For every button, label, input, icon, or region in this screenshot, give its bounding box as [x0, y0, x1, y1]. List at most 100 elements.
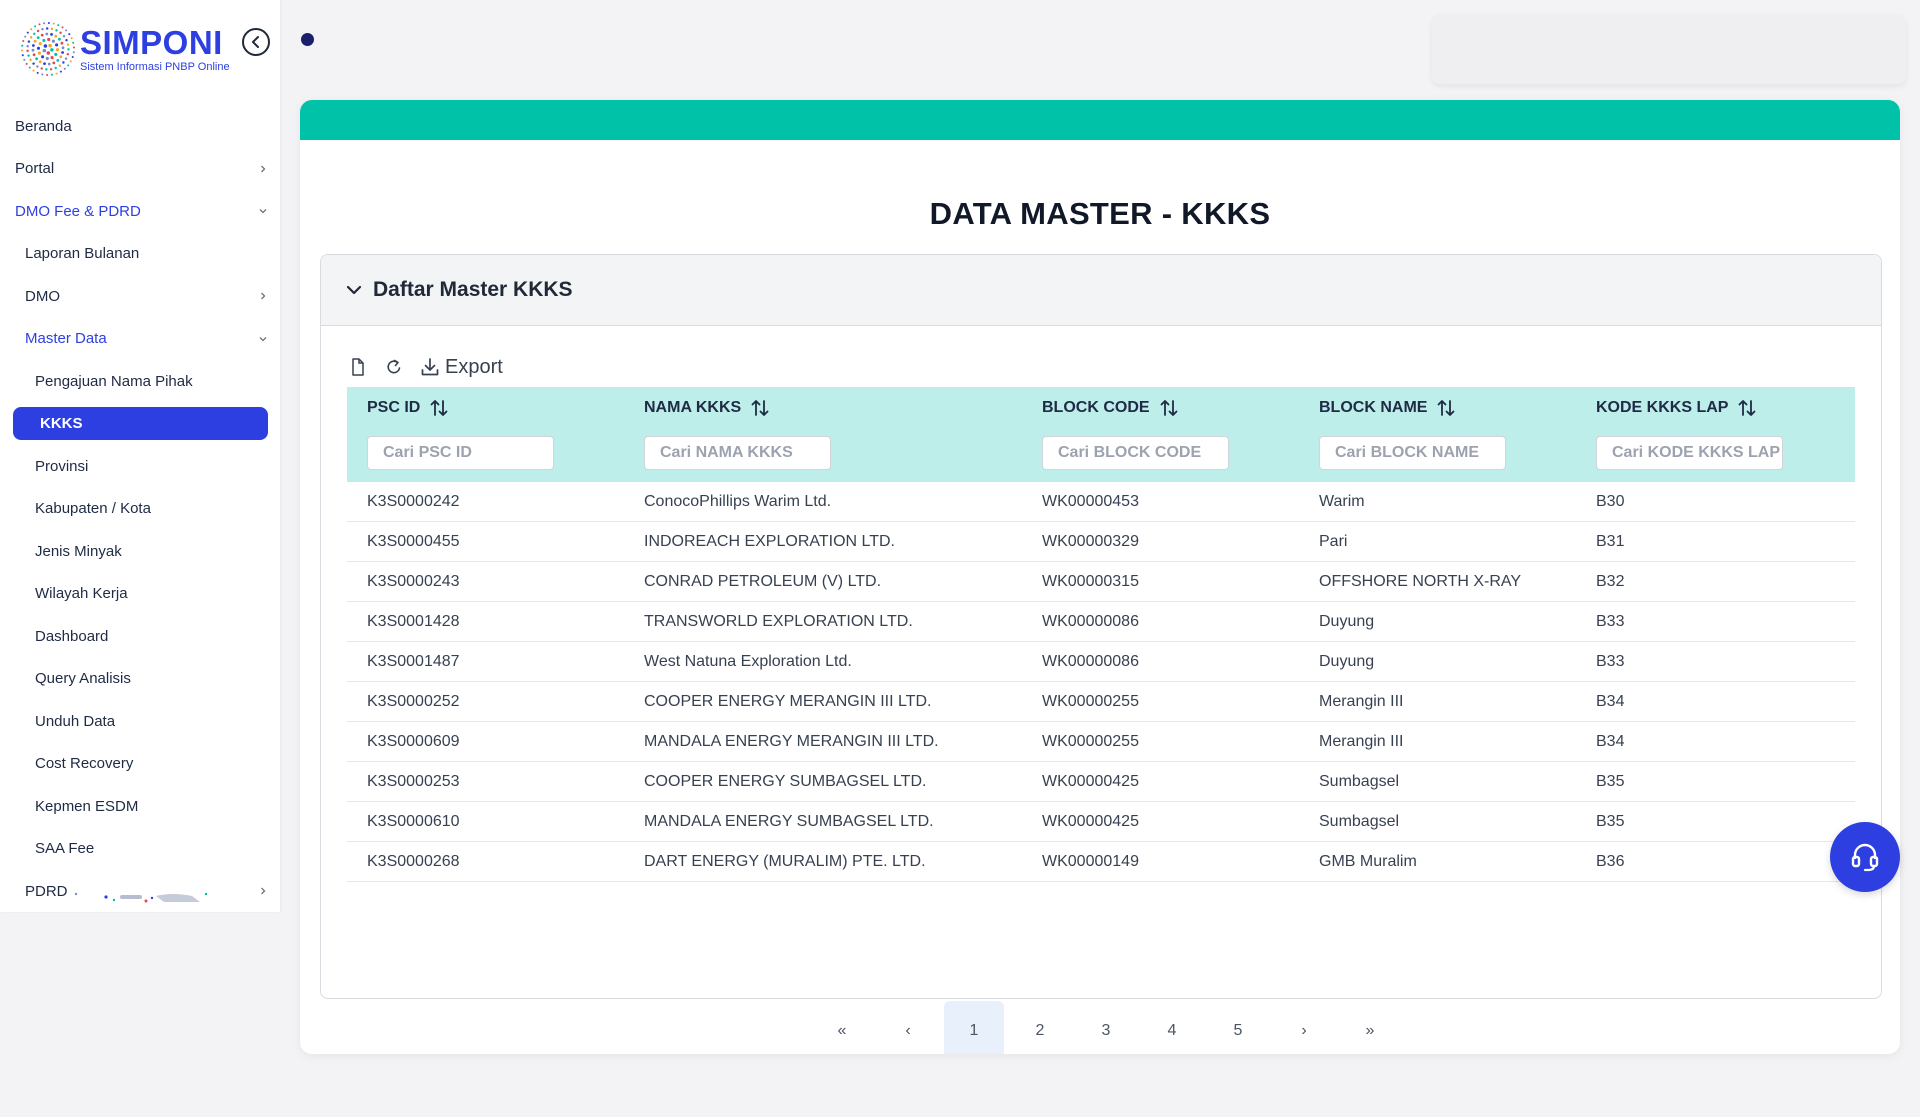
- logo-title: SIMPONI: [80, 23, 223, 61]
- sort-block-code[interactable]: BLOCK CODE: [1042, 397, 1180, 419]
- cell-psc-id: K3S0000455: [367, 532, 460, 550]
- sidebar-item-unduh-data[interactable]: Unduh Data: [0, 700, 280, 743]
- filter-block-code-input[interactable]: [1042, 436, 1229, 470]
- cell-nama-kkks: COOPER ENERGY SUMBAGSEL LTD.: [644, 772, 927, 790]
- sort-icon: [1438, 400, 1455, 416]
- filter-nama-kkks-input[interactable]: [644, 436, 831, 470]
- sidebar-item-provinsi[interactable]: Provinsi: [0, 445, 280, 488]
- table-row[interactable]: K3S0000610 MANDALA ENERGY SUMBAGSEL LTD.…: [347, 802, 1855, 842]
- help-support-button[interactable]: [1830, 822, 1900, 892]
- download-icon: [421, 358, 439, 376]
- sidebar-item-cost-recovery[interactable]: Cost Recovery: [0, 743, 280, 786]
- kkks-panel: Daftar Master KKKS Export PSC ID NAM: [320, 254, 1882, 1054]
- table-row[interactable]: K3S0001428 TRANSWORLD EXPLORATION LTD. W…: [347, 602, 1855, 642]
- cell-block-code: WK00000255: [1042, 732, 1139, 750]
- chevron-down-icon: [259, 336, 267, 342]
- sidebar-item-label: Cost Recovery: [35, 755, 134, 773]
- sidebar-item-saa-fee[interactable]: SAA Fee: [0, 828, 280, 871]
- sidebar-item-label: Dashboard: [35, 627, 109, 645]
- sidebar-item-label: Unduh Data: [35, 712, 116, 730]
- sidebar-item-label: Laporan Bulanan: [25, 245, 140, 263]
- sidebar-item-dashboard[interactable]: Dashboard: [0, 615, 280, 658]
- sidebar-item-master-data[interactable]: Master Data: [0, 318, 280, 361]
- sort-psc-id[interactable]: PSC ID: [367, 397, 450, 419]
- prev-page-button[interactable]: ‹: [878, 1001, 938, 1054]
- sidebar-item-label: Kepmen ESDM: [35, 797, 139, 815]
- page-button-5[interactable]: 5: [1208, 1001, 1268, 1054]
- page-button-4[interactable]: 4: [1142, 1001, 1202, 1054]
- cell-block-name: GMB Muralim: [1319, 852, 1417, 870]
- table-row[interactable]: K3S0000609 MANDALA ENERGY MERANGIN III L…: [347, 722, 1855, 762]
- cell-psc-id: K3S0001487: [367, 652, 460, 670]
- sidebar-item-kabupaten-kota[interactable]: Kabupaten / Kota: [0, 488, 280, 531]
- collapse-sidebar-button[interactable]: [242, 28, 270, 56]
- page-button-1[interactable]: 1: [944, 1001, 1004, 1054]
- sidebar-item-jenis-minyak[interactable]: Jenis Minyak: [0, 530, 280, 573]
- sidebar-item-kepmen-esdm[interactable]: Kepmen ESDM: [0, 785, 280, 828]
- card-header-band: [300, 100, 1900, 140]
- cell-block-code: WK00000425: [1042, 772, 1139, 790]
- cell-psc-id: K3S0000268: [367, 852, 460, 870]
- sidebar-item-pengajuan-nama-pihak[interactable]: Pengajuan Nama Pihak: [0, 360, 280, 403]
- sort-nama-kkks[interactable]: NAMA KKKS: [644, 397, 771, 419]
- table-row[interactable]: K3S0000243 CONRAD PETROLEUM (V) LTD. WK0…: [347, 562, 1855, 602]
- sort-block-name[interactable]: BLOCK NAME: [1319, 397, 1457, 419]
- table-row[interactable]: K3S0000242 ConocoPhillips Warim Ltd. WK0…: [347, 482, 1855, 522]
- sidebar-item-label: PDRD: [25, 882, 68, 900]
- cell-kode-kkks-lap: B35: [1596, 812, 1625, 830]
- filter-block-name-input[interactable]: [1319, 436, 1506, 470]
- sort-icon: [430, 400, 448, 416]
- kkks-table: PSC ID NAMA KKKS BLOCK CODE BLOCK NAME K…: [347, 387, 1855, 882]
- page-button-3[interactable]: 3: [1076, 1001, 1136, 1054]
- sidebar-item-wilayah-kerja[interactable]: Wilayah Kerja: [0, 573, 280, 616]
- filter-kode-kkks-lap-input[interactable]: [1596, 436, 1783, 470]
- sidebar-item-laporan-bulanan[interactable]: Laporan Bulanan: [0, 233, 280, 276]
- last-page-button[interactable]: »: [1340, 1001, 1400, 1054]
- main-card: DATA MASTER - KKKS Daftar Master KKKS Ex…: [300, 100, 1900, 1054]
- cell-psc-id: K3S0000242: [367, 492, 460, 510]
- sidebar-item-label: Jenis Minyak: [35, 542, 122, 560]
- next-page-button[interactable]: ›: [1274, 1001, 1334, 1054]
- decorative-illustration-icon: [74, 892, 208, 903]
- user-menu-area[interactable]: [1432, 14, 1906, 84]
- column-label: BLOCK NAME: [1319, 399, 1428, 416]
- sidebar-item-beranda[interactable]: Beranda: [0, 105, 280, 148]
- sort-kode-kkks-lap[interactable]: KODE KKKS LAP: [1596, 397, 1758, 419]
- column-label: NAMA KKKS: [644, 399, 742, 416]
- sidebar-item-dmo-fee-pdrd[interactable]: DMO Fee & PDRD: [0, 190, 280, 233]
- sidebar-item-query-analisis[interactable]: Query Analisis: [0, 658, 280, 701]
- table-row[interactable]: K3S0000455 INDOREACH EXPLORATION LTD. WK…: [347, 522, 1855, 562]
- file-icon[interactable]: [347, 356, 369, 378]
- chevron-left-icon: [252, 36, 259, 48]
- table-row[interactable]: K3S0000252 COOPER ENERGY MERANGIN III LT…: [347, 682, 1855, 722]
- app-logo[interactable]: SIMPONI Sistem Informasi PNBP Online: [18, 18, 238, 80]
- sidebar-item-label: DMO Fee & PDRD: [15, 202, 141, 220]
- table-row[interactable]: K3S0001487 West Natuna Exploration Ltd. …: [347, 642, 1855, 682]
- table-body: K3S0000242 ConocoPhillips Warim Ltd. WK0…: [347, 482, 1855, 882]
- export-button[interactable]: Export: [419, 356, 503, 379]
- panel-toggle[interactable]: Daftar Master KKKS: [321, 255, 1881, 326]
- page-button-2[interactable]: 2: [1010, 1001, 1070, 1054]
- chevron-down-icon: [259, 209, 267, 214]
- cell-nama-kkks: West Natuna Exploration Ltd.: [644, 652, 852, 670]
- refresh-icon[interactable]: [383, 356, 405, 378]
- first-page-button[interactable]: «: [812, 1001, 872, 1054]
- table-row[interactable]: K3S0000268 DART ENERGY (MURALIM) PTE. LT…: [347, 842, 1855, 882]
- sidebar-item-label: KKKS: [13, 407, 268, 441]
- cell-block-name: Merangin III: [1319, 732, 1404, 750]
- column-psc-id: PSC ID: [347, 387, 624, 482]
- chevron-right-icon: [261, 165, 266, 173]
- cell-nama-kkks: COOPER ENERGY MERANGIN III LTD.: [644, 692, 932, 710]
- cell-block-code: WK00000255: [1042, 692, 1139, 710]
- column-kode-kkks-lap: KODE KKKS LAP: [1576, 387, 1855, 482]
- column-block-name: BLOCK NAME: [1299, 387, 1576, 482]
- sidebar: SIMPONI Sistem Informasi PNBP Online Ber…: [0, 0, 280, 912]
- filter-psc-id-input[interactable]: [367, 436, 554, 470]
- sidebar-item-portal[interactable]: Portal: [0, 148, 280, 191]
- table-row[interactable]: K3S0000253 COOPER ENERGY SUMBAGSEL LTD. …: [347, 762, 1855, 802]
- sidebar-item-kkks[interactable]: KKKS: [0, 403, 280, 446]
- sidebar-item-label: Query Analisis: [35, 670, 131, 688]
- column-label: KODE KKKS LAP: [1596, 399, 1729, 416]
- sidebar-item-dmo[interactable]: DMO: [0, 275, 280, 318]
- sort-icon: [1739, 400, 1756, 416]
